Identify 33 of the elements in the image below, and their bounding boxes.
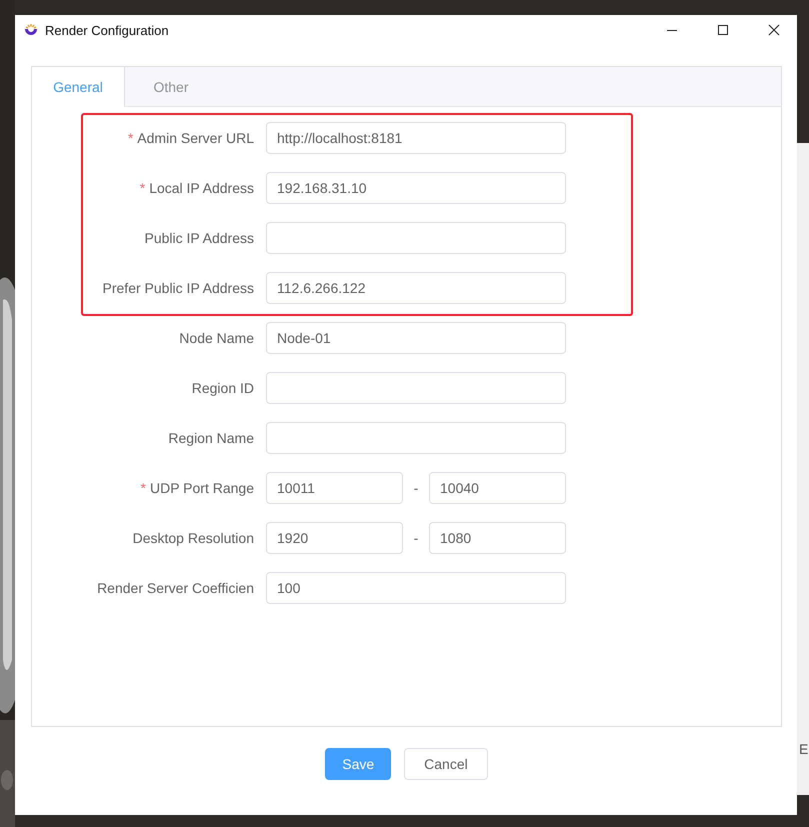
input-field[interactable]: 1080 xyxy=(429,522,566,554)
close-icon[interactable] xyxy=(768,24,780,36)
input-field[interactable]: 10011 xyxy=(266,472,403,504)
field-label: Prefer Public IP Address xyxy=(102,280,254,296)
input-field[interactable]: 1920 xyxy=(266,522,403,554)
field-label: Desktop Resolution xyxy=(132,530,254,546)
window-title: Render Configuration xyxy=(45,22,169,38)
required-mark: * xyxy=(128,130,134,146)
input-field[interactable]: http://localhost:8181 xyxy=(266,122,566,154)
field-label: Region Name xyxy=(168,430,254,446)
input-field[interactable]: 10040 xyxy=(429,472,566,504)
cancel-button[interactable]: Cancel xyxy=(404,748,488,780)
input-field[interactable]: 112.6.266.122 xyxy=(266,272,566,304)
required-mark: * xyxy=(140,180,146,196)
input-field[interactable]: 100 xyxy=(266,572,566,604)
maximize-icon[interactable] xyxy=(717,24,729,36)
required-mark: * xyxy=(140,480,146,496)
field-label: Admin Server URL xyxy=(137,130,254,146)
input-field[interactable] xyxy=(266,372,566,404)
input-field[interactable] xyxy=(266,422,566,454)
field-label: Local IP Address xyxy=(149,180,254,196)
field-label: Public IP Address xyxy=(144,230,254,246)
field-label: Node Name xyxy=(179,330,254,346)
input-field[interactable] xyxy=(266,222,566,254)
input-field[interactable]: 192.168.31.10 xyxy=(266,172,566,204)
range-separator: - xyxy=(412,480,420,496)
window-text: E xyxy=(799,741,808,757)
input-field[interactable]: Node-01 xyxy=(266,322,566,354)
field-label: Region ID xyxy=(192,380,254,396)
field-label: Render Server Coefficien xyxy=(97,580,254,596)
logo-icon xyxy=(23,22,39,38)
field-label: UDP Port Range xyxy=(150,480,254,496)
range-separator: - xyxy=(412,530,420,546)
